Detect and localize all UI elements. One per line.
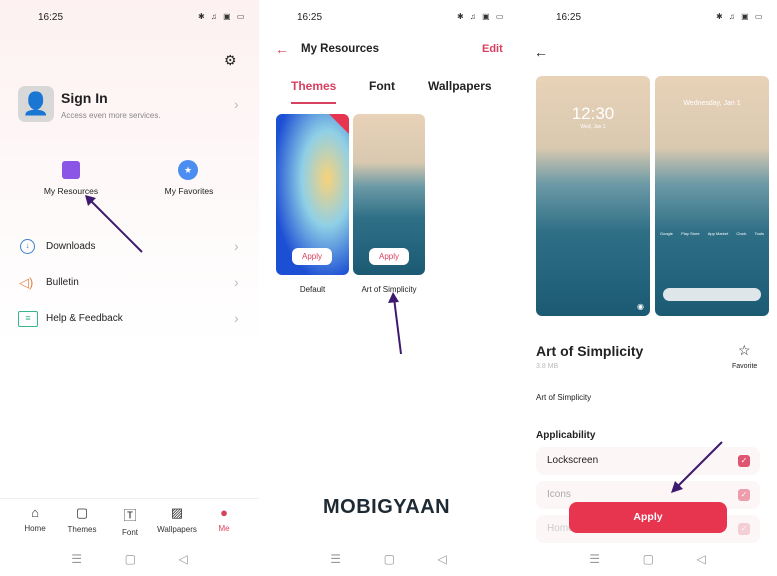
back-icon[interactable]: ◁	[696, 552, 705, 566]
apply-button[interactable]: Apply	[369, 248, 409, 265]
pointer-arrow	[85, 195, 143, 253]
back-icon[interactable]: ◁	[178, 552, 187, 566]
status-time: 16:25	[297, 12, 323, 23]
chat-icon: ≡	[18, 311, 38, 327]
star-outline-icon[interactable]: ☆	[738, 342, 751, 359]
system-nav: ☰ ▢ ◁	[259, 552, 518, 566]
checkbox[interactable]: ✓	[738, 523, 750, 535]
divider	[0, 498, 259, 499]
tab-themes[interactable]: Themes	[291, 79, 337, 104]
chevron-right-icon: ›	[234, 310, 239, 326]
search-bar	[663, 288, 761, 301]
applicability-title: Applicability	[536, 430, 596, 441]
selected-check-icon	[329, 114, 349, 134]
menu-bulletin[interactable]: Bulletin	[46, 277, 79, 288]
menu-icon[interactable]: ☰	[71, 552, 82, 566]
theme-thumb-art-of-simplicity[interactable]: Apply	[353, 114, 425, 275]
chevron-right-icon: ›	[234, 96, 239, 112]
app-label: Clock	[736, 231, 747, 236]
my-resources-screen: 16:25 ✱ ♫ ▣ ▭ ← My Resources Edit Themes…	[259, 0, 518, 576]
settings-icon[interactable]: ⚙	[224, 52, 237, 69]
camera-icon: ◉	[637, 302, 644, 311]
app-label: Tools	[754, 231, 764, 236]
image-icon: ▨	[170, 505, 184, 520]
home-date: Wednesday, Jan 1	[683, 100, 741, 107]
my-favorites-button[interactable]: My Favorites	[148, 186, 230, 196]
back-arrow-icon[interactable]: ←	[275, 41, 289, 57]
tab-home[interactable]: ⌂ Home	[10, 505, 60, 533]
app-label: Play Store	[681, 231, 700, 236]
theme-detail-screen: 16:25 ✱ ♫ ▣ ▭ ← 12:30 Wed, Jan 1 ◉ Wedne…	[518, 0, 777, 576]
theme-title: Art of Simplicity	[536, 343, 644, 359]
menu-help-feedback[interactable]: Help & Feedback	[46, 313, 123, 324]
menu-icon[interactable]: ☰	[589, 552, 600, 566]
status-icons: ✱ ♫ ▣ ▭	[198, 12, 247, 21]
download-icon: ↓	[20, 239, 35, 254]
system-nav: ☰ ▢ ◁	[518, 552, 777, 566]
shirt-icon: ▢	[75, 505, 89, 520]
checkbox[interactable]: ✓	[738, 455, 750, 467]
apply-button[interactable]: Apply	[569, 502, 727, 533]
sign-in-subtitle: Access even more services.	[61, 111, 161, 120]
app-label: App Market	[707, 231, 729, 236]
home-square-icon[interactable]: ▢	[643, 552, 654, 566]
menu-icon[interactable]: ☰	[330, 552, 341, 566]
watermark-logo: MOBIGYAAN	[323, 496, 451, 518]
avatar[interactable]: 👤	[18, 86, 54, 122]
star-icon[interactable]: ★	[178, 160, 198, 180]
theme-thumb-default[interactable]: Apply	[276, 114, 349, 275]
pointer-arrow	[388, 292, 402, 355]
tab-font[interactable]: Font	[369, 79, 395, 93]
back-icon[interactable]: ◁	[437, 552, 446, 566]
homescreen-preview: Wednesday, Jan 1 Google Play Store App Mar…	[655, 76, 769, 316]
tab-me[interactable]: ● Me	[199, 505, 249, 533]
status-time: 16:25	[38, 12, 64, 23]
theme-name: Default	[299, 285, 326, 294]
tab-wallpapers[interactable]: ▨ Wallpapers	[152, 505, 202, 534]
system-nav: ☰ ▢ ◁	[0, 552, 259, 566]
pointer-arrow	[671, 441, 723, 493]
home-icon: ⌂	[31, 505, 39, 520]
back-arrow-icon[interactable]: ←	[534, 44, 548, 60]
status-icons: ✱ ♫ ▣ ▭	[716, 12, 765, 21]
lock-date: Wed, Jan 1	[580, 124, 606, 130]
sign-in-title[interactable]: Sign In	[61, 90, 108, 106]
tab-wallpapers[interactable]: Wallpapers	[428, 79, 492, 93]
app-row: Google Play Store App Market Clock Tools	[660, 231, 764, 236]
chevron-right-icon: ›	[234, 274, 239, 290]
home-square-icon[interactable]: ▢	[125, 552, 136, 566]
person-icon: ●	[220, 505, 228, 520]
lock-time: 12:30	[571, 104, 615, 123]
app-label: Google	[660, 231, 673, 236]
status-icons: ✱ ♫ ▣ ▭	[457, 12, 506, 21]
page-title: My Resources	[301, 43, 379, 55]
tab-themes[interactable]: ▢ Themes	[57, 505, 107, 534]
me-screen: 16:25 ✱ ♫ ▣ ▭ ⚙ 👤 Sign In Access even mo…	[0, 0, 259, 576]
theme-description: Art of Simplicity	[536, 393, 592, 402]
tab-font[interactable]: 🅃 Font	[105, 505, 155, 537]
chevron-right-icon: ›	[234, 238, 239, 254]
bag-icon[interactable]	[62, 161, 80, 179]
font-icon: 🅃	[123, 508, 137, 523]
speaker-icon: ◁)	[19, 275, 34, 290]
status-time: 16:25	[556, 12, 582, 23]
edit-button[interactable]: Edit	[482, 43, 503, 55]
checkbox[interactable]: ✓	[738, 489, 750, 501]
apply-button[interactable]: Apply	[292, 248, 332, 265]
favorite-button[interactable]: Favorite	[732, 363, 757, 370]
home-square-icon[interactable]: ▢	[384, 552, 395, 566]
lockscreen-preview: 12:30 Wed, Jan 1 ◉	[536, 76, 650, 316]
theme-size: 3.8 MB	[536, 363, 559, 370]
